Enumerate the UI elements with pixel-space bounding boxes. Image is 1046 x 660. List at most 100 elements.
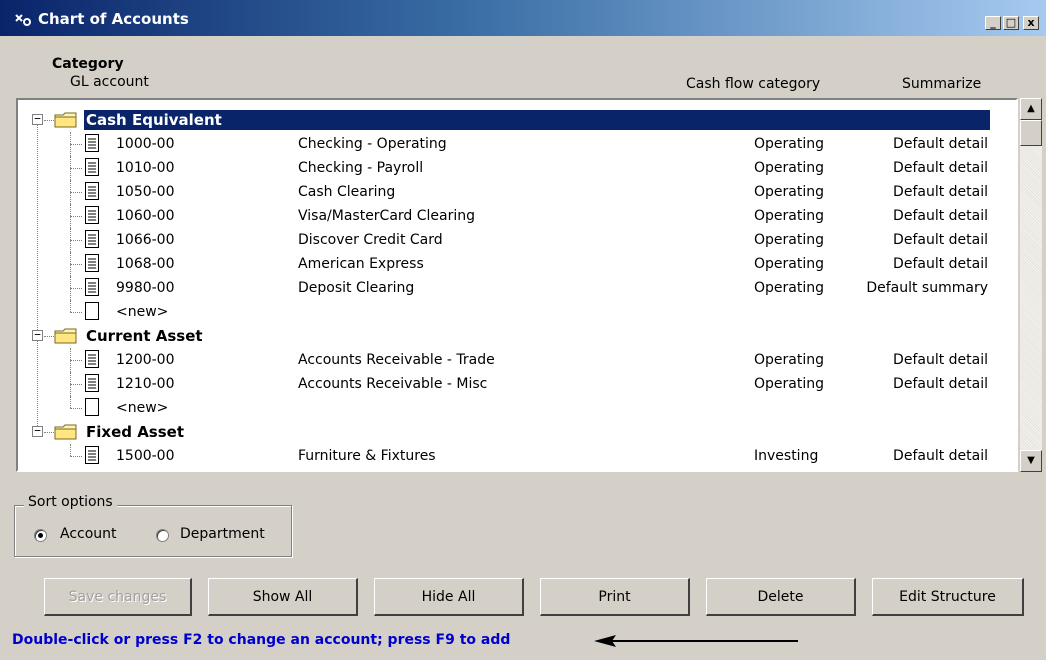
document-icon [84,205,100,225]
tree-connector [70,360,82,361]
accounts-tree[interactable]: − Cash Equivalent 1000-00 Checking - Operat… [16,98,1018,472]
summarize-value: Default detail [893,448,988,464]
cash-flow-category: Operating [754,136,824,152]
account-name: Checking - Payroll [298,160,424,176]
summarize-value: Default detail [893,184,988,200]
gl-account: 1068-00 [116,256,175,272]
folder-icon [54,327,78,345]
save-changes-button[interactable]: Save changes [44,578,192,616]
column-header-cash-flow[interactable]: Cash flow category [686,76,820,92]
column-header-gl-account[interactable]: GL account [70,74,149,90]
gl-account: 1010-00 [116,160,175,176]
tree-connector [70,384,82,385]
account-row[interactable]: 1068-00 American Express Operating Default … [18,252,1016,276]
folder-icon [54,423,78,441]
new-account-row[interactable]: <new> [18,300,1016,324]
collapse-icon[interactable]: − [32,113,43,125]
left-arrow-icon [594,635,798,647]
scroll-up-button[interactable]: ▲ [1020,98,1042,120]
document-icon [84,349,100,369]
tree-connector [70,312,82,313]
gl-account: 1050-00 [116,184,175,200]
close-button[interactable]: x [1023,16,1039,30]
category-row[interactable]: − Fixed Asset [18,420,1016,444]
summarize-value: Default detail [893,376,988,392]
document-icon [84,445,100,465]
tree-connector [37,341,38,426]
cash-flow-category: Operating [754,184,824,200]
summarize-value: Default detail [893,136,988,152]
account-name: Checking - Operating [298,136,447,152]
column-header-category: Category [52,56,124,72]
chart-of-accounts-window: Chart of Accounts _ □ x Category GL acco… [0,0,1046,660]
account-row[interactable]: 1500-00 Furniture & Fixtures Investing Defa… [18,444,1016,468]
hide-all-button[interactable]: Hide All [374,578,524,616]
account-row[interactable]: 1050-00 Cash Clearing Operating Default det… [18,180,1016,204]
tree-connector [70,168,82,169]
app-icon [15,14,31,26]
tree-connector [44,432,54,433]
blank-document-icon [84,397,100,417]
column-header-summarize[interactable]: Summarize [902,76,981,92]
account-name: Furniture & Fixtures [298,448,436,464]
summarize-value: Default summary [866,280,988,296]
tree-connector [70,264,82,265]
window-title: Chart of Accounts [38,10,189,28]
account-row[interactable]: 9980-00 Deposit Clearing Operating Default … [18,276,1016,300]
account-row[interactable]: 1000-00 Checking - Operating Operating Defa… [18,132,1016,156]
account-row[interactable]: 1066-00 Discover Credit Card Operating Defa… [18,228,1016,252]
account-name: Accounts Receivable - Misc [298,376,488,392]
document-icon [84,277,100,297]
tree-connector [70,408,82,409]
delete-button[interactable]: Delete [706,578,856,616]
summarize-value: Default detail [893,160,988,176]
sort-department-label[interactable]: Department [180,526,265,542]
print-button[interactable]: Print [540,578,690,616]
gl-account: 1066-00 [116,232,175,248]
cash-flow-category: Operating [754,208,824,224]
category-row[interactable]: − Current Asset [18,324,1016,348]
account-row[interactable]: 1060-00 Visa/MasterCard Clearing Operating… [18,204,1016,228]
gl-account: 1210-00 [116,376,175,392]
account-name: Cash Clearing [298,184,396,200]
sort-account-label[interactable]: Account [60,526,117,542]
account-name: Discover Credit Card [298,232,443,248]
category-row[interactable]: − Cash Equivalent [18,108,1016,132]
edit-structure-button[interactable]: Edit Structure [872,578,1024,616]
tree-connector [44,336,54,337]
tree-connector [70,240,82,241]
summarize-value: Default detail [893,256,988,272]
summarize-value: Default detail [893,352,988,368]
cash-flow-category: Operating [754,232,824,248]
category-label[interactable]: Fixed Asset [84,422,184,442]
status-hint: Double-click or press F2 to change an ac… [12,632,511,648]
category-label[interactable]: Cash Equivalent [84,110,990,130]
sort-account-radio[interactable] [34,529,47,542]
tree-connector [70,192,82,193]
document-icon [84,373,100,393]
tree-connector [70,300,71,312]
scroll-thumb[interactable] [1020,120,1042,146]
category-label[interactable]: Current Asset [84,326,203,346]
scroll-down-button[interactable]: ▼ [1020,450,1042,472]
account-row[interactable]: 1200-00 Accounts Receivable - Trade Operat… [18,348,1016,372]
new-account-row[interactable]: <new> [18,396,1016,420]
show-all-button[interactable]: Show All [208,578,358,616]
collapse-icon[interactable]: − [32,425,43,437]
minimize-button[interactable]: _ [985,16,1001,30]
gl-account: <new> [116,400,169,416]
gl-account: <new> [116,304,169,320]
document-icon [84,229,100,249]
blank-document-icon [84,301,100,321]
account-row[interactable]: 1010-00 Checking - Payroll Operating Defaul… [18,156,1016,180]
sort-department-radio[interactable] [156,529,169,542]
cash-flow-category: Operating [754,280,824,296]
gl-account: 1000-00 [116,136,175,152]
vertical-scrollbar[interactable]: ▲ ▼ [1020,98,1042,472]
collapse-icon[interactable]: − [32,329,43,341]
account-row[interactable]: 1210-00 Accounts Receivable - Misc Operati… [18,372,1016,396]
maximize-button[interactable]: □ [1003,16,1019,30]
tree-connector [44,120,54,121]
title-bar[interactable]: Chart of Accounts _ □ x [0,0,1046,36]
summarize-value: Default detail [893,208,988,224]
